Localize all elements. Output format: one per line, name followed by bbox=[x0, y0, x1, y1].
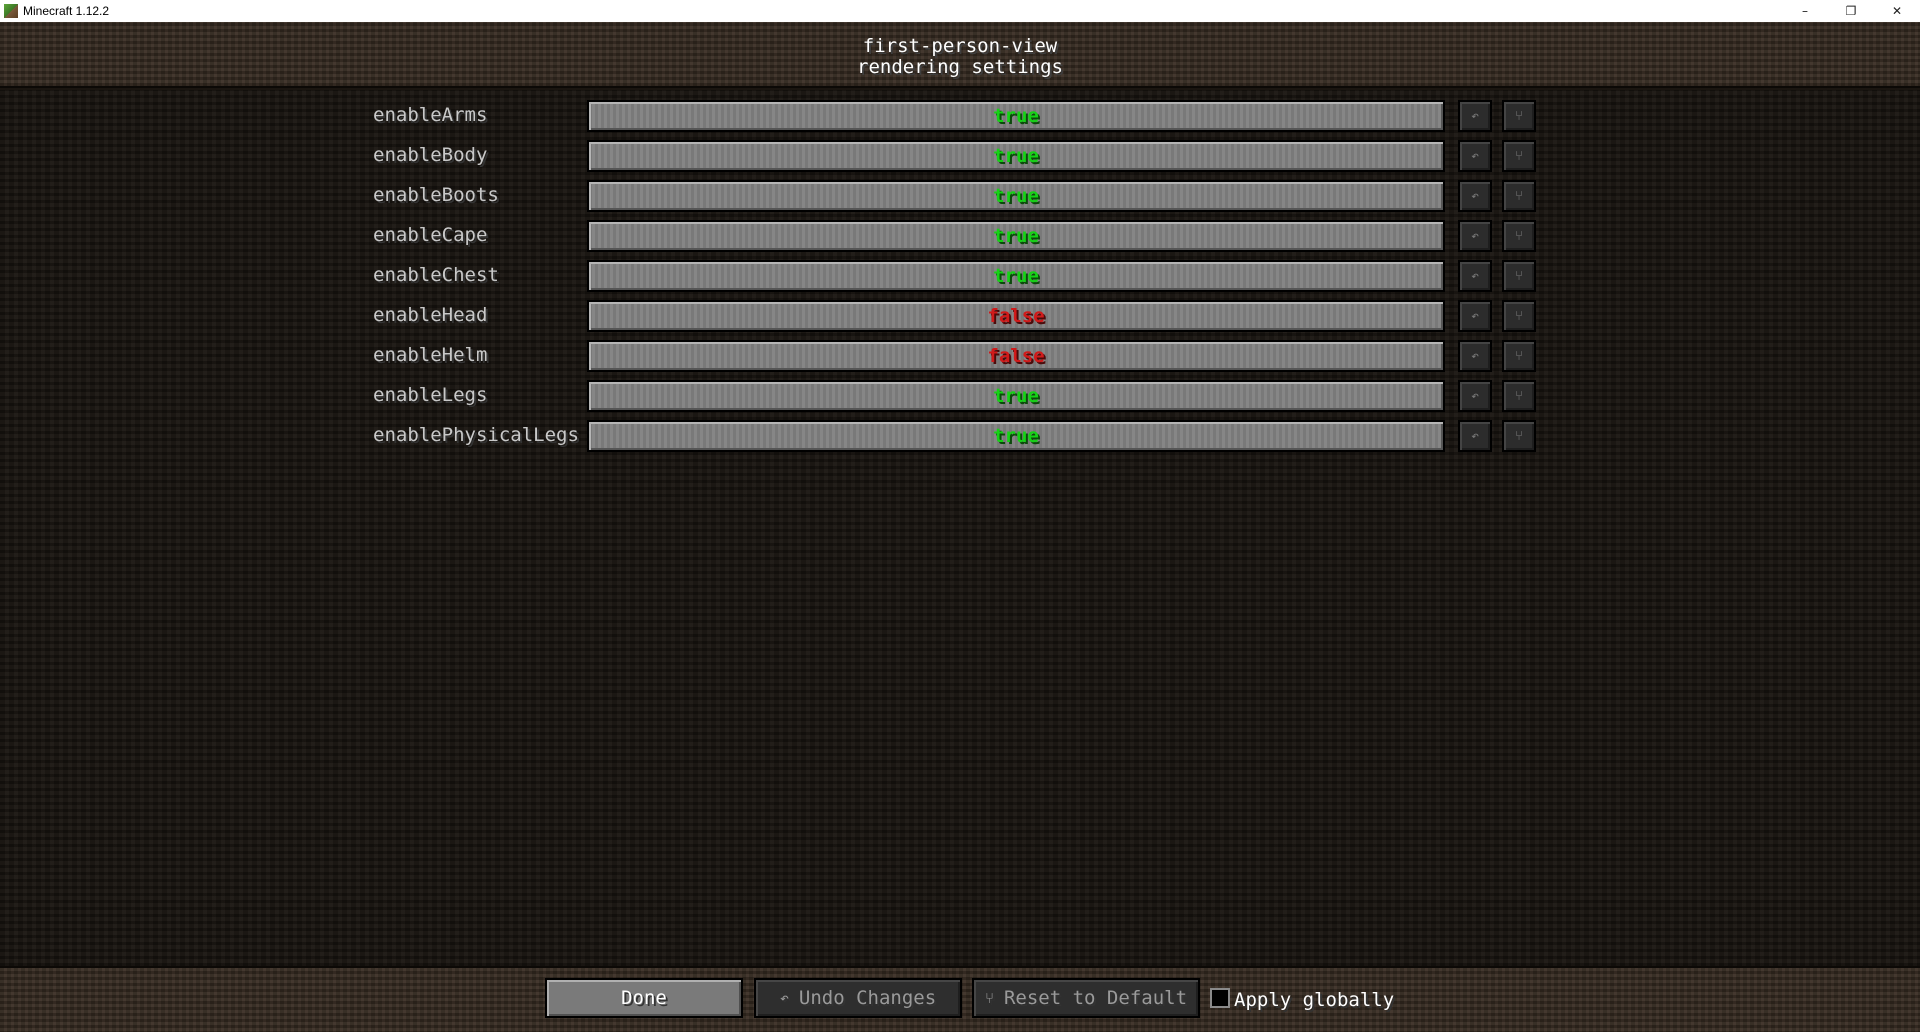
reset-icon: ⑂ bbox=[1515, 188, 1523, 204]
setting-row: enableBody true ↶ ⑂ bbox=[0, 140, 1920, 172]
reset-icon: ⑂ bbox=[1515, 388, 1523, 404]
setting-row: enableCape true ↶ ⑂ bbox=[0, 220, 1920, 252]
done-label: Done bbox=[621, 987, 667, 1009]
setting-value-toggle[interactable]: true bbox=[587, 220, 1445, 252]
undo-icon: ↶ bbox=[1471, 148, 1479, 164]
header-title-line2: rendering settings bbox=[857, 56, 1063, 78]
row-reset-button[interactable]: ⑂ bbox=[1502, 180, 1536, 212]
reset-icon: ⑂ bbox=[1515, 348, 1523, 364]
row-reset-button[interactable]: ⑂ bbox=[1502, 220, 1536, 252]
setting-value-toggle[interactable]: false bbox=[587, 300, 1445, 332]
setting-label: enableLegs bbox=[373, 384, 488, 406]
setting-label: enableHead bbox=[373, 304, 488, 326]
row-undo-button[interactable]: ↶ bbox=[1458, 380, 1492, 412]
row-reset-button[interactable]: ⑂ bbox=[1502, 340, 1536, 372]
row-undo-button[interactable]: ↶ bbox=[1458, 340, 1492, 372]
row-undo-button[interactable]: ↶ bbox=[1458, 220, 1492, 252]
minecraft-icon bbox=[4, 4, 18, 18]
setting-row: enableHead false ↶ ⑂ bbox=[0, 300, 1920, 332]
close-button[interactable]: ✕ bbox=[1874, 0, 1920, 22]
setting-row: enableBoots true ↶ ⑂ bbox=[0, 180, 1920, 212]
header-title-line1: first-person-view bbox=[862, 35, 1058, 57]
reset-icon: ⑂ bbox=[984, 989, 994, 1007]
reset-icon: ⑂ bbox=[1515, 148, 1523, 164]
done-button[interactable]: Done bbox=[545, 978, 743, 1018]
row-reset-button[interactable]: ⑂ bbox=[1502, 300, 1536, 332]
reset-icon: ⑂ bbox=[1515, 228, 1523, 244]
row-undo-button[interactable]: ↶ bbox=[1458, 140, 1492, 172]
row-reset-button[interactable]: ⑂ bbox=[1502, 140, 1536, 172]
reset-icon: ⑂ bbox=[1515, 268, 1523, 284]
setting-row: enableChest true ↶ ⑂ bbox=[0, 260, 1920, 292]
settings-list[interactable]: enableArms true ↶ ⑂ enableBody true ↶ ⑂ enableBo… bbox=[0, 90, 1920, 966]
row-reset-button[interactable]: ⑂ bbox=[1502, 100, 1536, 132]
setting-row: enablePhysicalLegs true ↶ ⑂ bbox=[0, 420, 1920, 452]
reset-to-default-button[interactable]: ⑂ Reset to Default bbox=[972, 978, 1200, 1018]
undo-changes-label: Undo Changes bbox=[798, 987, 937, 1009]
setting-value-toggle[interactable]: true bbox=[587, 260, 1445, 292]
row-undo-button[interactable]: ↶ bbox=[1458, 300, 1492, 332]
setting-value-toggle[interactable]: false bbox=[587, 340, 1445, 372]
window-title: Minecraft 1.12.2 bbox=[23, 4, 110, 18]
undo-icon: ↶ bbox=[1471, 388, 1479, 404]
row-undo-button[interactable]: ↶ bbox=[1458, 260, 1492, 292]
apply-globally-label[interactable]: Apply globally bbox=[1234, 989, 1394, 1011]
setting-label: enableCape bbox=[373, 224, 488, 246]
setting-label: enableBoots bbox=[373, 184, 499, 206]
row-reset-button[interactable]: ⑂ bbox=[1502, 380, 1536, 412]
row-reset-button[interactable]: ⑂ bbox=[1502, 260, 1536, 292]
minimize-button[interactable]: – bbox=[1782, 0, 1828, 22]
row-undo-button[interactable]: ↶ bbox=[1458, 180, 1492, 212]
undo-icon: ↶ bbox=[1471, 308, 1479, 324]
row-undo-button[interactable]: ↶ bbox=[1458, 420, 1492, 452]
setting-label: enableChest bbox=[373, 264, 499, 286]
reset-icon: ⑂ bbox=[1515, 308, 1523, 324]
setting-label: enablePhysicalLegs bbox=[373, 424, 579, 446]
setting-label: enableArms bbox=[373, 104, 488, 126]
setting-label: enableHelm bbox=[373, 344, 488, 366]
reset-to-default-label: Reset to Default bbox=[1003, 987, 1188, 1009]
undo-changes-button[interactable]: ↶ Undo Changes bbox=[754, 978, 962, 1018]
setting-value-toggle[interactable]: true bbox=[587, 380, 1445, 412]
row-undo-button[interactable]: ↶ bbox=[1458, 100, 1492, 132]
setting-value-toggle[interactable]: true bbox=[587, 180, 1445, 212]
setting-value-toggle[interactable]: true bbox=[587, 420, 1445, 452]
footer-bar: Done ↶ Undo Changes ⑂ Reset to Default A… bbox=[0, 966, 1920, 1032]
undo-icon: ↶ bbox=[1471, 268, 1479, 284]
setting-value-toggle[interactable]: true bbox=[587, 100, 1445, 132]
reset-icon: ⑂ bbox=[1515, 108, 1523, 124]
undo-icon: ↶ bbox=[1471, 108, 1479, 124]
window-controls: – ❐ ✕ bbox=[1782, 0, 1920, 22]
setting-row: enableLegs true ↶ ⑂ bbox=[0, 380, 1920, 412]
setting-row: enableHelm false ↶ ⑂ bbox=[0, 340, 1920, 372]
setting-label: enableBody bbox=[373, 144, 488, 166]
undo-icon: ↶ bbox=[1471, 348, 1479, 364]
maximize-button[interactable]: ❐ bbox=[1828, 0, 1874, 22]
reset-icon: ⑂ bbox=[1515, 428, 1523, 444]
undo-icon: ↶ bbox=[1471, 188, 1479, 204]
undo-icon: ↶ bbox=[1471, 228, 1479, 244]
setting-value-toggle[interactable]: true bbox=[587, 140, 1445, 172]
screen-header: first-person-view rendering settings bbox=[0, 22, 1920, 88]
row-reset-button[interactable]: ⑂ bbox=[1502, 420, 1536, 452]
undo-icon: ↶ bbox=[779, 989, 789, 1007]
setting-row: enableArms true ↶ ⑂ bbox=[0, 100, 1920, 132]
window-titlebar: Minecraft 1.12.2 – ❐ ✕ bbox=[0, 0, 1920, 22]
undo-icon: ↶ bbox=[1471, 428, 1479, 444]
apply-globally-checkbox[interactable] bbox=[1210, 988, 1230, 1008]
